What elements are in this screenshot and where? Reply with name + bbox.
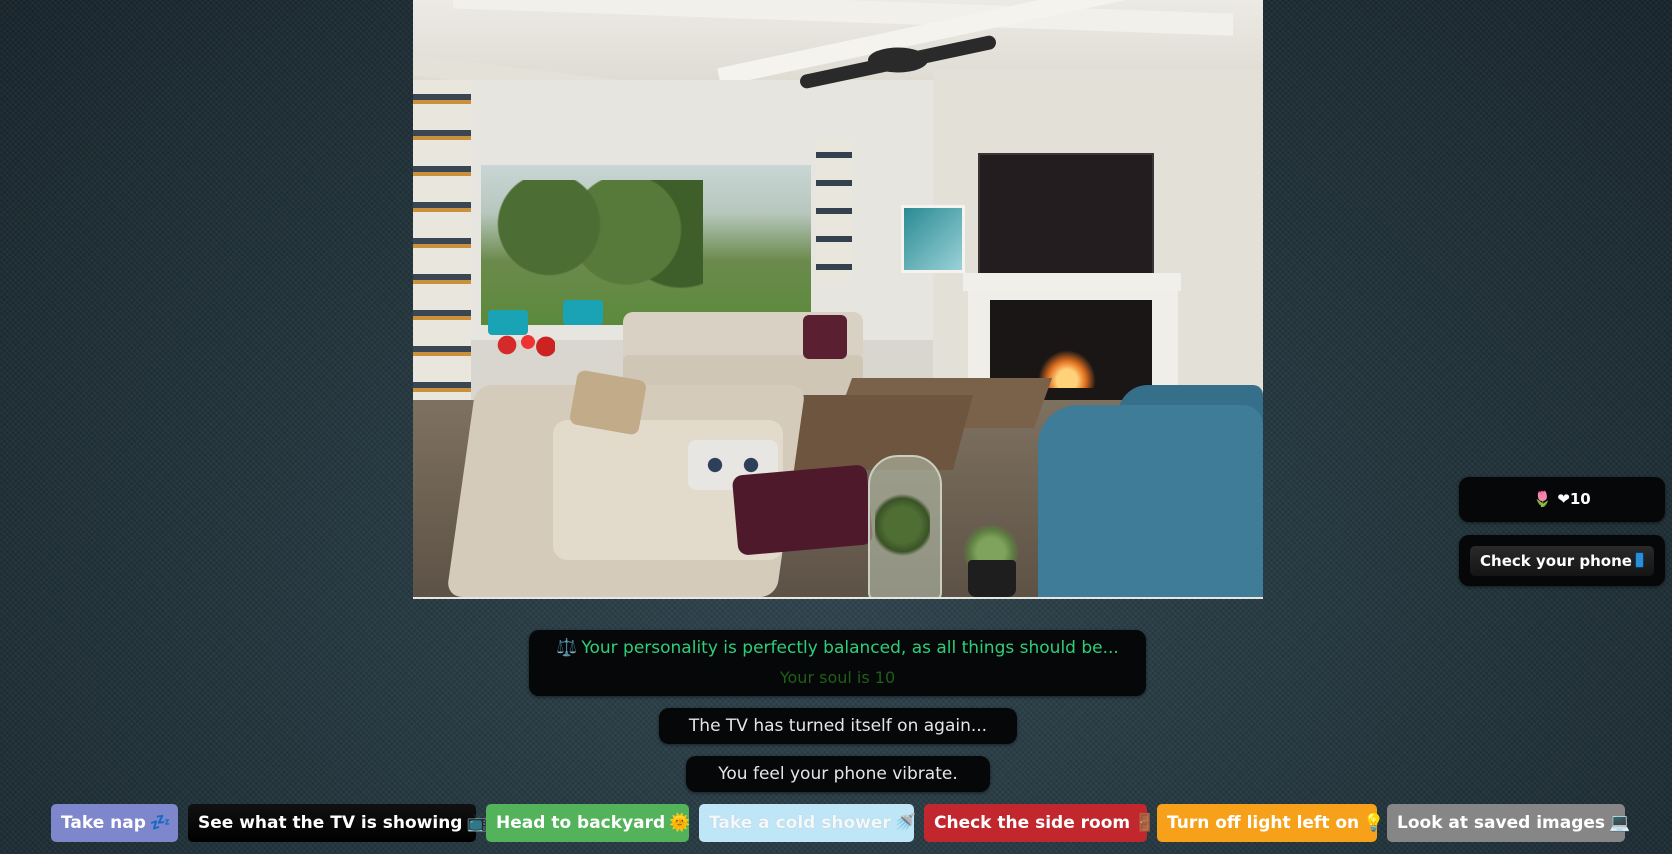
laptop-icon: 💻 (1609, 813, 1631, 833)
button-label: Take nap (61, 813, 146, 833)
wall-picture (901, 205, 965, 273)
shower-icon: 🚿 (894, 813, 916, 833)
cold-shower-button[interactable]: Take a cold shower 🚿 (699, 804, 916, 842)
button-label: See what the TV is showing (198, 813, 463, 833)
event-message: You feel your phone vibrate. (686, 756, 990, 792)
pillow (803, 315, 847, 359)
trees (483, 180, 703, 290)
button-label: Look at saved images (1397, 813, 1606, 833)
terrarium-plant (875, 490, 930, 560)
button-label: Check the side room (934, 813, 1131, 833)
mobile-phone-icon (1634, 552, 1644, 568)
button-label: Turn off light left on (1167, 813, 1360, 833)
love-counter-panel: 🌷 ❤10 (1459, 477, 1665, 522)
button-label: Take a cold shower (709, 813, 891, 833)
button-label: Head to backyard (496, 813, 666, 833)
red-tulips (495, 330, 555, 360)
door-icon: 🚪 (1134, 813, 1156, 833)
check-side-room-button[interactable]: Check the side room 🚪 (924, 804, 1155, 842)
balance-scale-icon: ⚖️ (556, 638, 578, 658)
love-value: 10 (1569, 490, 1591, 508)
plant-pot (968, 560, 1016, 597)
head-to-backyard-button[interactable]: Head to backyard 🌞 (486, 804, 691, 842)
saved-images-button[interactable]: Look at saved images 💻 (1387, 804, 1630, 842)
television-icon: 📺 (466, 813, 488, 833)
event-message: The TV has turned itself on again... (659, 708, 1017, 744)
action-bar: Take nap 💤 See what the TV is showing 📺 He… (51, 804, 1630, 842)
soul-value-text: Your soul is 10 (779, 668, 896, 687)
tulip-icon: 🌷 (1533, 490, 1552, 508)
check-phone-button[interactable]: Check your phone (1470, 546, 1654, 576)
turn-off-light-button[interactable]: Turn off light left on 💡 (1157, 804, 1384, 842)
heart-icon: ❤ (1557, 490, 1570, 508)
see-tv-button[interactable]: See what the TV is showing 📺 (188, 804, 488, 842)
check-phone-label: Check your phone (1480, 552, 1632, 570)
phone-panel: Check your phone (1459, 535, 1665, 586)
take-nap-button[interactable]: Take nap 💤 (51, 804, 178, 842)
room-scene-image (413, 0, 1263, 599)
sun-icon: 🌞 (669, 813, 691, 833)
light-bulb-icon: 💡 (1363, 813, 1385, 833)
blue-armchair (1038, 405, 1263, 597)
patio-chair (563, 300, 603, 325)
curtain (816, 140, 852, 280)
pillow (731, 464, 874, 556)
pillow (568, 369, 648, 436)
personality-status-panel: ⚖️ Your personality is perfectly balanced… (529, 630, 1146, 696)
zzz-icon: 💤 (149, 813, 172, 833)
balance-text: Your personality is perfectly balanced, … (581, 638, 1119, 658)
television (978, 153, 1154, 277)
balance-message: ⚖️ Your personality is perfectly balanced… (529, 638, 1146, 658)
mantel (963, 273, 1181, 291)
